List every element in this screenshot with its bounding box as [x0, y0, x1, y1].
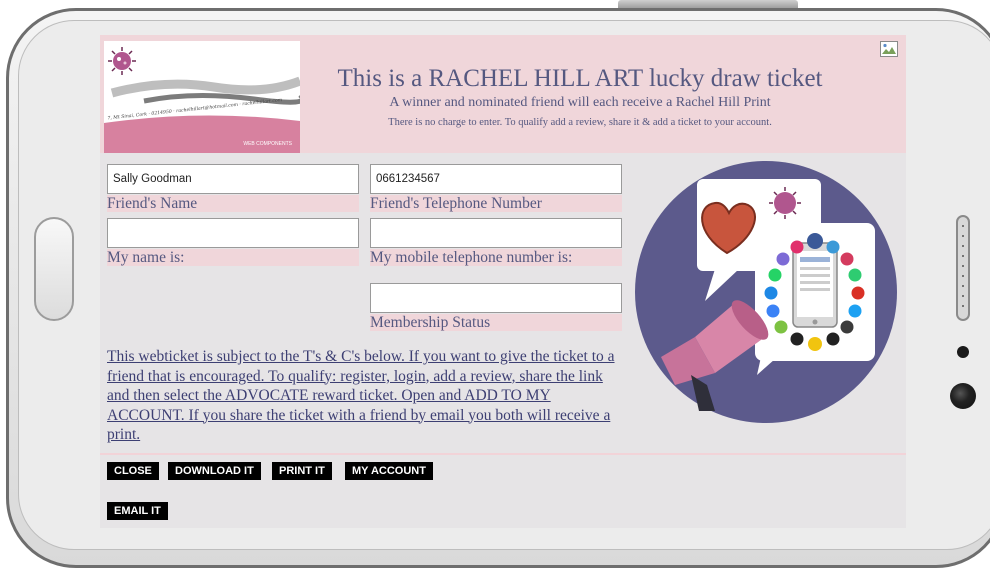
logo-web-label: WEB COMPONENTS — [243, 141, 292, 147]
rachel-hill-logo: 7, Mt Sinai, Cork · 0214950 · rachelhill… — [104, 41, 300, 153]
promo-illustration — [635, 161, 897, 423]
friend-phone-input[interactable] — [370, 164, 622, 194]
print-button[interactable]: PRINT IT — [272, 462, 332, 480]
ticket-subtitle: A winner and nominated friend will each … — [389, 95, 771, 110]
my-phone-label: My mobile telephone number is: — [370, 249, 622, 266]
ticket-screen: 7, Mt Sinai, Cork · 0214950 · rachelhill… — [100, 35, 906, 528]
my-account-button[interactable]: MY ACCOUNT — [345, 462, 433, 480]
download-button[interactable]: DOWNLOAD IT — [168, 462, 261, 480]
terms-link[interactable]: This webticket is subject to the T's & C… — [107, 347, 627, 445]
ticket-title: This is a RACHEL HILL ART lucky draw tic… — [337, 65, 823, 92]
friend-name-label: Friend's Name — [107, 195, 359, 212]
friend-phone-label: Friend's Telephone Number — [370, 195, 622, 212]
friend-name-input[interactable] — [107, 164, 359, 194]
smartphone-icon — [792, 242, 838, 328]
my-name-input[interactable] — [107, 218, 359, 248]
phone-home-button[interactable] — [34, 217, 74, 321]
phone-camera-icon — [950, 383, 976, 409]
phone-power-button — [618, 0, 798, 8]
broken-image-icon — [880, 41, 898, 57]
my-phone-input[interactable] — [370, 218, 622, 248]
membership-status-label: Membership Status — [370, 314, 622, 331]
ticket-note: There is no charge to enter. To qualify … — [388, 117, 772, 128]
phone-speaker-grille — [956, 215, 970, 321]
membership-status-input[interactable] — [370, 283, 622, 313]
my-name-label: My name is: — [107, 249, 359, 266]
section-divider — [100, 453, 906, 455]
email-button[interactable]: EMAIL IT — [107, 502, 168, 520]
close-button[interactable]: CLOSE — [107, 462, 159, 480]
phone-sensor — [957, 346, 969, 358]
